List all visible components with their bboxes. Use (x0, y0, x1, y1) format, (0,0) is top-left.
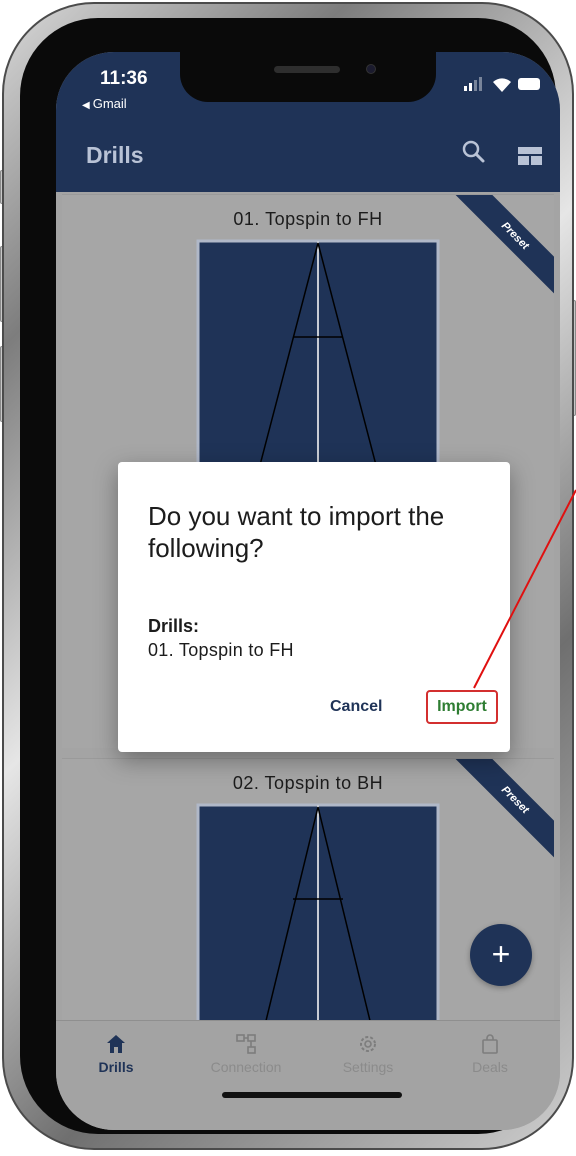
tab-settings[interactable]: Settings (318, 1033, 418, 1075)
tab-label: Deals (472, 1059, 508, 1075)
tab-label: Connection (210, 1059, 282, 1075)
tab-drills[interactable]: Drills (66, 1033, 166, 1075)
back-triangle-icon: ◀ (82, 100, 90, 111)
dialog-title: Do you want to import the following? (148, 501, 445, 563)
view-module-icon[interactable] (518, 147, 542, 165)
add-drill-button[interactable]: + (470, 924, 532, 986)
tab-label: Drills (98, 1059, 134, 1075)
tab-deals[interactable]: Deals (440, 1033, 540, 1075)
home-icon (107, 1035, 125, 1053)
tab-label: Settings (342, 1059, 394, 1075)
page-title: Drills (86, 142, 144, 168)
signal-bar (474, 80, 477, 91)
app-bar: 11:36 ◀ Gmail Drills (56, 52, 560, 192)
status-icons (464, 74, 540, 94)
signal-bar (469, 83, 472, 91)
back-app-label: Gmail (92, 96, 127, 111)
import-dialog: Do you want to import the following? Dri… (118, 462, 510, 752)
phone-bezel: 11:36 ◀ Gmail Drills 01. Topspin to FH P… (20, 18, 560, 1134)
dialog-item: 01. Topspin to FH (148, 640, 294, 660)
bottom-navigation: Drills Connection Settings Deals (56, 1020, 560, 1130)
back-to-app-link[interactable]: ◀ Gmail (82, 96, 127, 111)
notch (180, 52, 436, 102)
signal-bar (479, 77, 482, 91)
search-icon[interactable] (460, 138, 486, 164)
home-indicator[interactable] (222, 1092, 402, 1098)
tab-connection[interactable]: Connection (196, 1033, 296, 1075)
shopping-bag-icon (482, 1034, 498, 1054)
dialog-section-label: Drills: (148, 616, 200, 636)
wifi-icon (493, 78, 511, 92)
front-camera (366, 64, 376, 74)
phone-frame: 11:36 ◀ Gmail Drills 01. Topspin to FH P… (2, 2, 574, 1150)
gear-icon (360, 1036, 376, 1052)
cancel-button[interactable]: Cancel (330, 698, 382, 716)
network-icon (236, 1034, 256, 1054)
signal-icon (464, 86, 467, 91)
status-time: 11:36 (100, 68, 148, 89)
speaker-grille (274, 66, 340, 73)
phone-screen: 11:36 ◀ Gmail Drills 01. Topspin to FH P… (56, 52, 560, 1130)
battery-icon (518, 78, 540, 90)
import-button[interactable]: Import (426, 690, 498, 724)
